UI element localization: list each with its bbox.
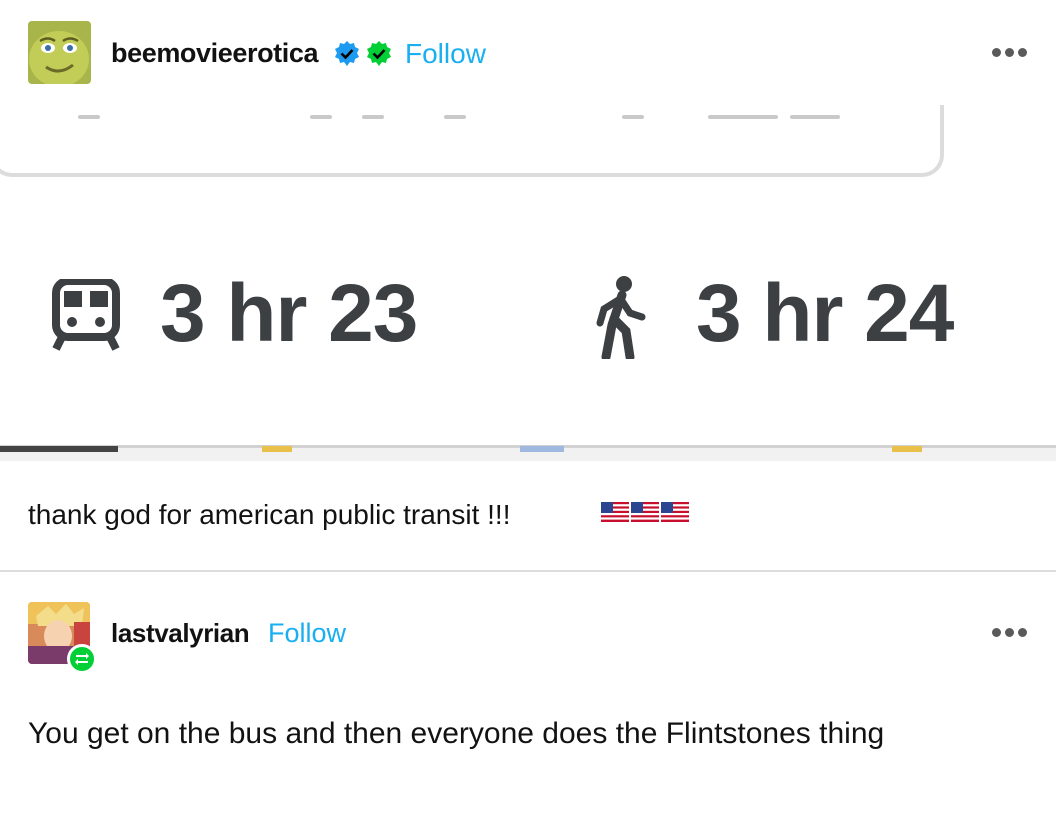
- flag-us-icon: [631, 502, 659, 522]
- more-options-icon[interactable]: [990, 42, 1030, 62]
- reblog-follow-button[interactable]: Follow: [268, 618, 346, 649]
- reblog-icon: [67, 644, 97, 674]
- walking-person-icon: [596, 276, 646, 359]
- post-image: 3 hr 23 3 hr 24: [0, 105, 1056, 461]
- divider: [0, 570, 1056, 572]
- flag-us-icon: [661, 502, 689, 522]
- caption-flags: [601, 502, 691, 527]
- post-caption: thank god for american public transit !!…: [28, 499, 511, 530]
- avatar[interactable]: [28, 21, 91, 84]
- walk-time: 3 hr 24: [696, 268, 954, 359]
- flag-us-icon: [601, 502, 629, 522]
- follow-button[interactable]: Follow: [405, 38, 486, 70]
- train-icon: [52, 279, 120, 351]
- map-preview: [0, 445, 1056, 461]
- verified-blue-icon: [335, 41, 359, 66]
- post-username[interactable]: beemovieerotica: [111, 38, 319, 69]
- reblog-more-options-icon[interactable]: [990, 622, 1030, 642]
- reblog-username[interactable]: lastvalyrian: [111, 618, 250, 649]
- transit-time: 3 hr 23: [160, 268, 418, 359]
- verified-green-icon: [367, 41, 391, 66]
- reblog-text: You get on the bus and then everyone doe…: [28, 717, 885, 750]
